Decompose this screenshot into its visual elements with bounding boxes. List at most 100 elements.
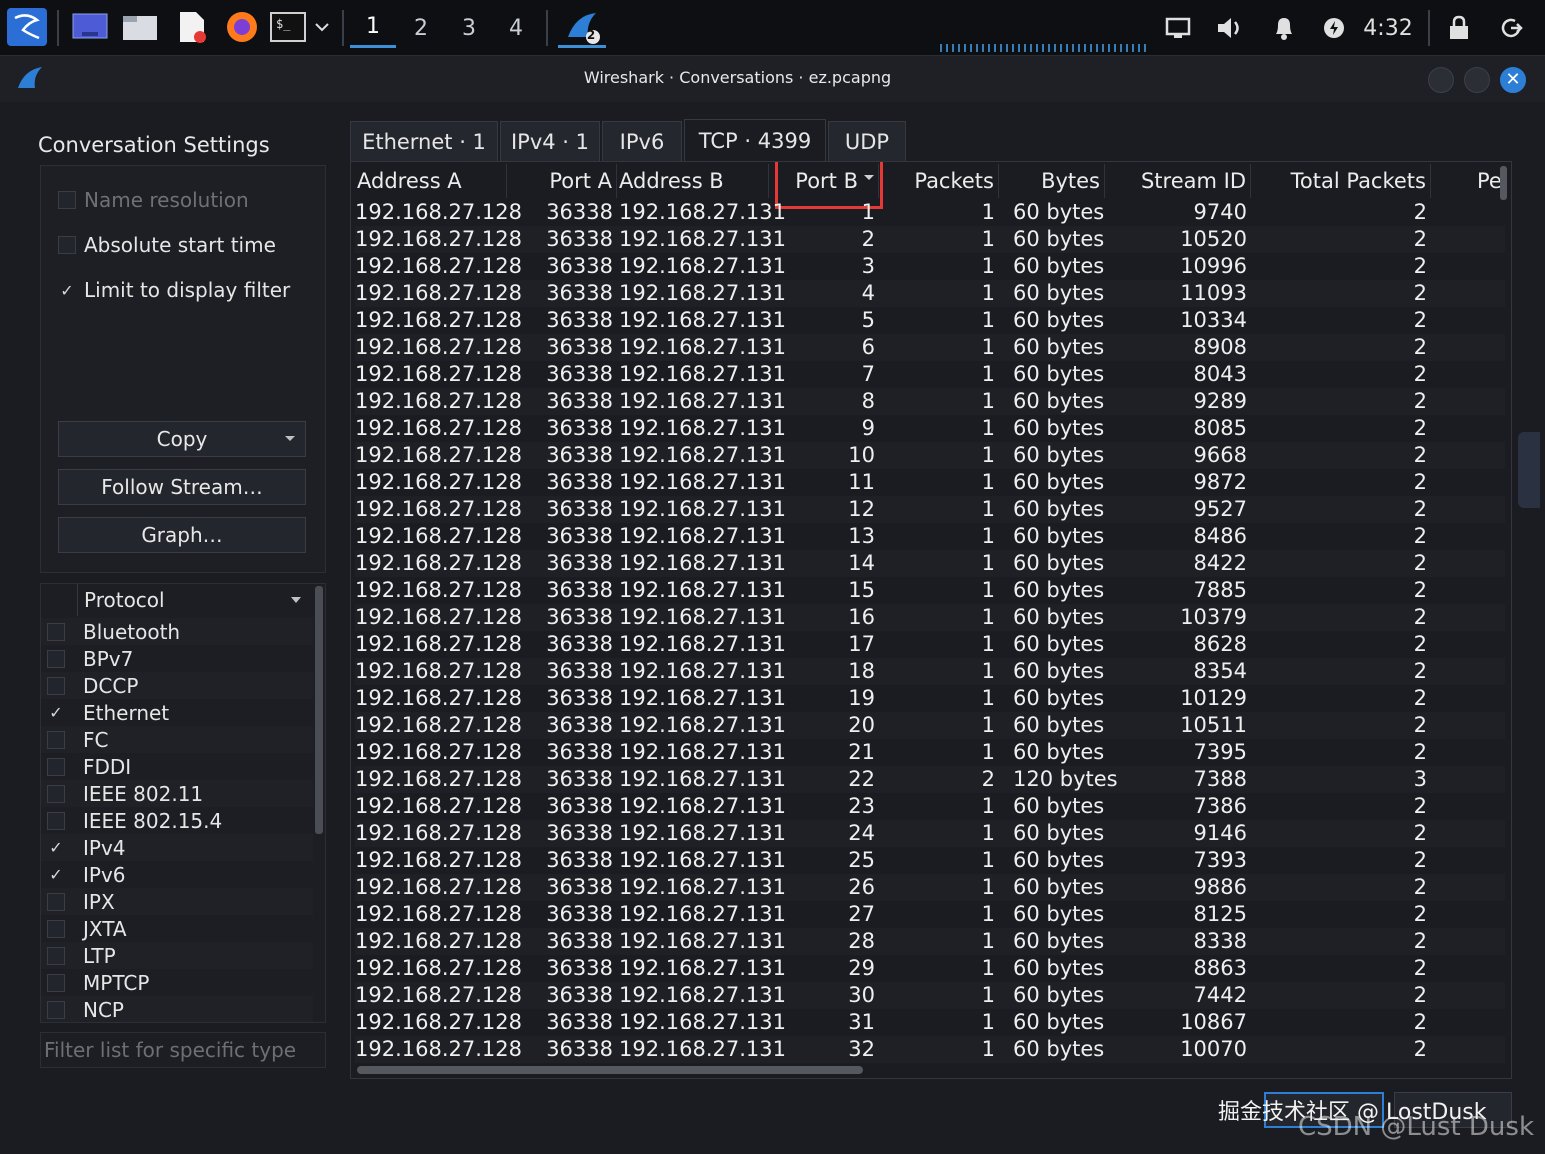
- protocol-checkbox[interactable]: [47, 1000, 65, 1019]
- table-row[interactable]: 192.168.27.128 36338 192.168.27.131 3 1 60 by…: [355, 253, 1505, 280]
- follow-stream-button[interactable]: Follow Stream…: [58, 469, 306, 505]
- table-row[interactable]: 192.168.27.128 36338 192.168.27.131 5 1 60 by…: [355, 307, 1505, 334]
- protocol-item[interactable]: DCCP: [41, 672, 313, 699]
- protocol-item[interactable]: IPX: [41, 888, 313, 915]
- protocol-item[interactable]: LTP: [41, 942, 313, 969]
- chevron-down-icon[interactable]: [310, 8, 334, 46]
- protocol-checkbox[interactable]: ✓: [47, 865, 65, 884]
- column-stream-id[interactable]: Stream ID: [1105, 164, 1251, 198]
- protocol-item[interactable]: IEEE 802.15.4: [41, 807, 313, 834]
- limit-to-display-filter-checkbox[interactable]: ✓: [58, 281, 76, 300]
- table-row[interactable]: 192.168.27.128 36338 192.168.27.131 10 1 60 b…: [355, 442, 1505, 469]
- file-manager-icon[interactable]: [120, 8, 160, 46]
- copy-button[interactable]: Copy: [58, 421, 306, 457]
- protocol-item[interactable]: BPv7: [41, 645, 313, 672]
- table-vertical-scrollbar[interactable]: [1500, 166, 1507, 200]
- table-row[interactable]: 192.168.27.128 36338 192.168.27.131 28 1 60 b…: [355, 928, 1505, 955]
- protocol-item[interactable]: ✓ IPv4: [41, 834, 313, 861]
- column-address-a[interactable]: Address A: [355, 164, 507, 198]
- table-row[interactable]: 192.168.27.128 36338 192.168.27.131 26 1 60 b…: [355, 874, 1505, 901]
- column-address-b[interactable]: Address B: [617, 164, 769, 198]
- table-row[interactable]: 192.168.27.128 36338 192.168.27.131 15 1 60 b…: [355, 577, 1505, 604]
- workspace-1[interactable]: 1: [350, 8, 396, 48]
- table-row[interactable]: 192.168.27.128 36338 192.168.27.131 4 1 60 by…: [355, 280, 1505, 307]
- protocol-checkbox[interactable]: [47, 784, 65, 803]
- column-bytes[interactable]: Bytes: [999, 164, 1105, 198]
- table-row[interactable]: 192.168.27.128 36338 192.168.27.131 29 1 60 b…: [355, 955, 1505, 982]
- table-row[interactable]: 192.168.27.128 36338 192.168.27.131 6 1 60 by…: [355, 334, 1505, 361]
- volume-icon[interactable]: [1212, 10, 1248, 46]
- table-row[interactable]: 192.168.27.128 36338 192.168.27.131 16 1 60 b…: [355, 604, 1505, 631]
- maximize-button[interactable]: [1464, 67, 1490, 93]
- text-editor-icon[interactable]: [172, 8, 212, 46]
- workspace-2[interactable]: 2: [398, 8, 444, 48]
- protocol-item[interactable]: IEEE 802.11: [41, 780, 313, 807]
- table-row[interactable]: 192.168.27.128 36338 192.168.27.131 8 1 60 by…: [355, 388, 1505, 415]
- table-row[interactable]: 192.168.27.128 36338 192.168.27.131 22 2 120 …: [355, 766, 1505, 793]
- table-row[interactable]: 192.168.27.128 36338 192.168.27.131 24 1 60 b…: [355, 820, 1505, 847]
- protocol-item[interactable]: JXTA: [41, 915, 313, 942]
- firefox-icon[interactable]: [222, 8, 262, 46]
- table-row[interactable]: 192.168.27.128 36338 192.168.27.131 20 1 60 b…: [355, 712, 1505, 739]
- close-button[interactable]: ✕: [1500, 67, 1526, 93]
- table-row[interactable]: 192.168.27.128 36338 192.168.27.131 13 1 60 b…: [355, 523, 1505, 550]
- table-row[interactable]: 192.168.27.128 36338 192.168.27.131 2 1 60 by…: [355, 226, 1505, 253]
- table-row[interactable]: 192.168.27.128 36338 192.168.27.131 9 1 60 by…: [355, 415, 1505, 442]
- protocol-checkbox[interactable]: [47, 676, 65, 695]
- tab-ipv4[interactable]: IPv4 · 1: [500, 121, 600, 161]
- absolute-start-time-option[interactable]: Absolute start time: [58, 230, 276, 260]
- terminal-icon[interactable]: $_: [268, 8, 308, 46]
- table-row[interactable]: 192.168.27.128 36338 192.168.27.131 23 1 60 b…: [355, 793, 1505, 820]
- bell-icon[interactable]: [1266, 10, 1302, 46]
- desktop-icon[interactable]: [70, 8, 110, 46]
- minimize-button[interactable]: [1428, 67, 1454, 93]
- protocol-checkbox[interactable]: [47, 892, 65, 911]
- table-row[interactable]: 192.168.27.128 36338 192.168.27.131 18 1 60 b…: [355, 658, 1505, 685]
- protocol-item[interactable]: MPTCP: [41, 969, 313, 996]
- table-row[interactable]: 192.168.27.128 36338 192.168.27.131 11 1 60 b…: [355, 469, 1505, 496]
- tab-tcp[interactable]: TCP · 4399: [684, 119, 826, 162]
- column-total-packets[interactable]: Total Packets: [1251, 164, 1431, 198]
- protocol-checkbox[interactable]: [47, 649, 65, 668]
- protocol-list-scrollbar[interactable]: [315, 586, 323, 834]
- kali-menu-icon[interactable]: [6, 8, 48, 46]
- tab-ipv6[interactable]: IPv6: [602, 121, 682, 161]
- protocol-item[interactable]: ✓ Ethernet: [41, 699, 313, 726]
- table-row[interactable]: 192.168.27.128 36338 192.168.27.131 17 1 60 b…: [355, 631, 1505, 658]
- protocol-filter-input[interactable]: [40, 1032, 326, 1068]
- protocol-checkbox[interactable]: [47, 973, 65, 992]
- table-row[interactable]: 192.168.27.128 36338 192.168.27.131 31 1 60 b…: [355, 1009, 1505, 1036]
- graph-button[interactable]: Graph…: [58, 517, 306, 553]
- protocol-checkbox[interactable]: [47, 919, 65, 938]
- table-horizontal-scrollbar[interactable]: [357, 1066, 863, 1074]
- protocol-checkbox[interactable]: ✓: [47, 838, 65, 857]
- tab-ethernet[interactable]: Ethernet · 1: [350, 121, 498, 161]
- protocol-checkbox[interactable]: [47, 757, 65, 776]
- protocol-item[interactable]: Bluetooth: [41, 618, 313, 645]
- table-row[interactable]: 192.168.27.128 36338 192.168.27.131 25 1 60 b…: [355, 847, 1505, 874]
- table-row[interactable]: 192.168.27.128 36338 192.168.27.131 21 1 60 b…: [355, 739, 1505, 766]
- workspace-4[interactable]: 4: [493, 8, 539, 48]
- table-row[interactable]: 192.168.27.128 36338 192.168.27.131 30 1 60 b…: [355, 982, 1505, 1009]
- table-row[interactable]: 192.168.27.128 36338 192.168.27.131 7 1 60 by…: [355, 361, 1505, 388]
- side-panel-handle[interactable]: [1518, 432, 1540, 508]
- protocol-column-header[interactable]: Protocol: [77, 584, 313, 616]
- screen-icon[interactable]: [1160, 10, 1196, 46]
- table-row[interactable]: 192.168.27.128 36338 192.168.27.131 12 1 60 b…: [355, 496, 1505, 523]
- limit-to-display-filter-option[interactable]: ✓ Limit to display filter: [58, 275, 290, 305]
- column-packets[interactable]: Packets: [879, 164, 999, 198]
- workspace-3[interactable]: 3: [446, 8, 492, 48]
- wireshark-task-icon[interactable]: 2: [558, 8, 606, 48]
- logout-icon[interactable]: [1494, 10, 1528, 46]
- table-row[interactable]: 192.168.27.128 36338 192.168.27.131 14 1 60 b…: [355, 550, 1505, 577]
- table-row[interactable]: 192.168.27.128 36338 192.168.27.131 19 1 60 b…: [355, 685, 1505, 712]
- column-port-a[interactable]: Port A: [507, 164, 617, 198]
- protocol-checkbox[interactable]: [47, 811, 65, 830]
- table-row[interactable]: 192.168.27.128 36338 192.168.27.131 32 1 60 b…: [355, 1036, 1505, 1063]
- name-resolution-option[interactable]: Name resolution: [58, 185, 249, 215]
- protocol-checkbox[interactable]: ✓: [47, 703, 65, 722]
- protocol-item[interactable]: FC: [41, 726, 313, 753]
- table-row[interactable]: 192.168.27.128 36338 192.168.27.131 27 1 60 b…: [355, 901, 1505, 928]
- table-row[interactable]: 192.168.27.128 36338 192.168.27.131 1 1 60 by…: [355, 199, 1505, 226]
- protocol-item[interactable]: ✓ IPv6: [41, 861, 313, 888]
